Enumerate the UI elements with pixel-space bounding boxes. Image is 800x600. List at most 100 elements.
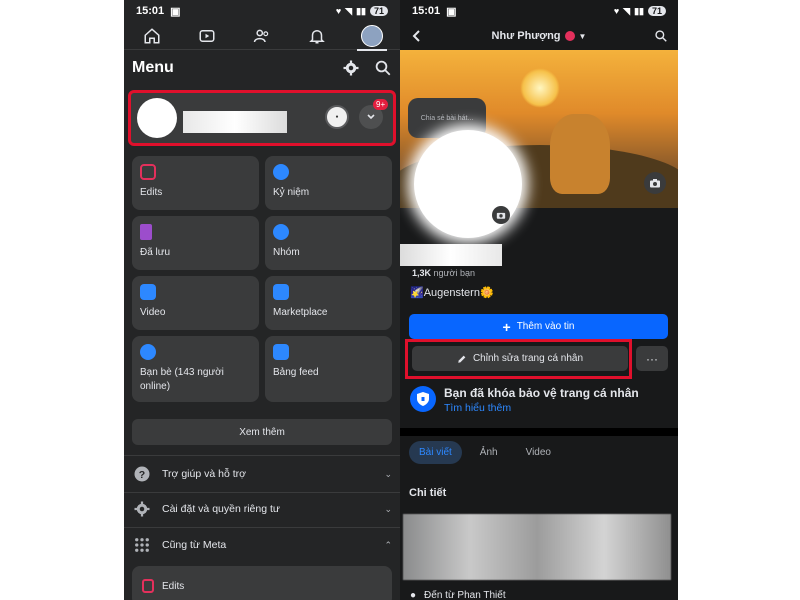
search-icon[interactable]: [654, 29, 668, 43]
plus-icon: +: [502, 318, 511, 335]
shop-icon: [273, 284, 289, 300]
profile-avatar: [361, 24, 384, 47]
shield-icon: [410, 386, 436, 412]
help-label: Trợ giúp và hỗ trợ: [162, 468, 246, 480]
profile-name-redacted: [400, 244, 502, 266]
hometown-row: ● Đến từ Phan Thiết: [410, 590, 506, 600]
help-icon: ?: [132, 464, 152, 484]
hometown-text: Đến từ Phan Thiết: [424, 590, 506, 600]
profile-lock-notice: Bạn đã khóa bảo vệ trang cá nhân Tìm hiể…: [410, 386, 639, 414]
tab-posts[interactable]: Bài viết: [409, 441, 462, 464]
shortcut-label: Nhóm: [273, 247, 300, 258]
menu-title: Menu: [132, 59, 174, 76]
redacted-details: [403, 514, 671, 580]
shortcut-label: Đã lưu: [140, 247, 171, 258]
lock-title: Bạn đã khóa bảo vệ trang cá nhân: [444, 386, 639, 400]
video-icon: [199, 29, 215, 42]
signal-icon: ▮▮: [634, 5, 644, 16]
video-tab[interactable]: [192, 23, 222, 49]
home-tab[interactable]: [137, 23, 167, 49]
edits-app-label: Edits: [162, 580, 185, 592]
screenshot-icon: ▣: [446, 5, 457, 18]
more-options-button[interactable]: ···: [636, 346, 668, 371]
cover-camera-button[interactable]: [644, 172, 666, 194]
shortcut-saved[interactable]: Đã lưu: [132, 216, 259, 270]
story-avatar-icon[interactable]: ●: [325, 105, 349, 129]
bell-icon: [309, 29, 325, 43]
search-icon[interactable]: [374, 59, 392, 77]
profile-picture[interactable]: [137, 98, 177, 138]
profile-name-redacted: [183, 111, 287, 133]
status-bar: 15:01 ▣ ♥ ◥ ▮▮ 71: [124, 0, 400, 22]
edits-app-item[interactable]: Edits: [132, 566, 392, 600]
help-support-row[interactable]: ? Trợ giúp và hỗ trợ ⌄: [132, 460, 392, 488]
chevron-down-icon: ⌄: [384, 468, 392, 479]
cover-sun: [520, 68, 560, 108]
add-to-story-button[interactable]: + Thêm vào tin: [409, 314, 668, 339]
shortcut-label: Edits: [140, 187, 163, 198]
divider: [124, 492, 400, 493]
edits-icon: [142, 579, 154, 593]
shortcut-label: Kỷ niệm: [273, 187, 310, 198]
shortcut-marketplace[interactable]: Marketplace: [265, 276, 392, 330]
details-heading: Chi tiết: [409, 487, 447, 499]
chevron-down-icon: [367, 114, 375, 120]
back-arrow-icon[interactable]: [410, 29, 424, 43]
signal-icon: ▮▮: [356, 5, 366, 16]
shortcut-video[interactable]: Video: [132, 276, 259, 330]
meta-label: Cũng từ Meta: [162, 539, 227, 551]
settings-privacy-row[interactable]: Cài đặt và quyền riêng tư ⌄: [132, 495, 392, 523]
profile-bio: 🌠Augenstern🌼: [410, 287, 494, 299]
bookmark-icon: [140, 224, 152, 240]
shortcut-label: Bạn bè (143 người online): [140, 367, 224, 392]
edit-profile-label: Chỉnh sửa trang cá nhân: [472, 353, 584, 364]
camera-icon: [650, 179, 660, 188]
groups-icon: [273, 224, 289, 240]
divider: [124, 527, 400, 528]
profile-screen: 15:01 ▣ ♥ ◥ ▮▮ 71 Như Phượng ▼ Chia sẻ b…: [400, 0, 678, 600]
friends-tab[interactable]: [247, 23, 277, 49]
profile-card[interactable]: ● 9+: [128, 90, 396, 146]
profile-name-header[interactable]: Như Phượng ▼: [492, 30, 587, 42]
shortcut-friends[interactable]: Bạn bè (143 người online): [132, 336, 259, 402]
cover-dog: [550, 114, 610, 194]
location-pin-icon: ●: [410, 590, 417, 600]
shortcut-feeds[interactable]: Bảng feed: [265, 336, 392, 402]
camera-icon: [496, 212, 506, 219]
play-icon: [140, 284, 156, 300]
learn-more-link[interactable]: Tìm hiểu thêm: [444, 402, 639, 414]
feed-icon: [273, 344, 289, 360]
heart-icon: ♥: [613, 6, 620, 16]
add-story-label: Thêm vào tin: [516, 321, 575, 332]
svg-text:?: ?: [139, 469, 145, 481]
menu-tab[interactable]: [357, 23, 388, 51]
tab-videos[interactable]: Video: [516, 441, 561, 464]
shortcut-edits[interactable]: Edits: [132, 156, 259, 210]
shortcut-label: Marketplace: [273, 307, 328, 318]
caret-down-icon: ▼: [578, 31, 587, 41]
notifications-tab[interactable]: [302, 23, 332, 49]
menu-screen: 15:01 ▣ ♥ ◥ ▮▮ 71 Menu ● 9+ Edits Kỷ niệ…: [124, 0, 400, 600]
gear-icon: [132, 499, 152, 519]
shortcut-memories[interactable]: Kỷ niệm: [265, 156, 392, 210]
tab-photos[interactable]: Ảnh: [470, 441, 508, 464]
avatar-camera-button[interactable]: [492, 206, 510, 224]
status-time: 15:01: [412, 5, 441, 17]
section-divider: [400, 428, 678, 436]
also-from-meta-row[interactable]: Cũng từ Meta ⌃: [132, 531, 392, 559]
clock-icon: [273, 164, 289, 180]
pencil-icon: [458, 355, 466, 363]
shortcuts-grid: Edits Kỷ niệm Đã lưu Nhóm Video Marketpl…: [132, 156, 392, 402]
see-more-button[interactable]: Xem thêm: [132, 419, 392, 445]
gear-icon[interactable]: [342, 59, 360, 77]
friends-icon: [140, 344, 156, 360]
chevron-down-icon: ⌄: [384, 503, 392, 514]
wifi-icon: ◥: [623, 5, 631, 16]
edit-profile-button[interactable]: Chỉnh sửa trang cá nhân: [412, 346, 628, 371]
highlight-box: Chỉnh sửa trang cá nhân: [405, 339, 632, 379]
wifi-icon: ◥: [345, 5, 353, 16]
chevron-up-icon: ⌃: [384, 539, 392, 550]
shortcut-groups[interactable]: Nhóm: [265, 216, 392, 270]
top-nav: [124, 22, 400, 51]
friends-count[interactable]: 1,3K người bạn: [412, 268, 475, 278]
